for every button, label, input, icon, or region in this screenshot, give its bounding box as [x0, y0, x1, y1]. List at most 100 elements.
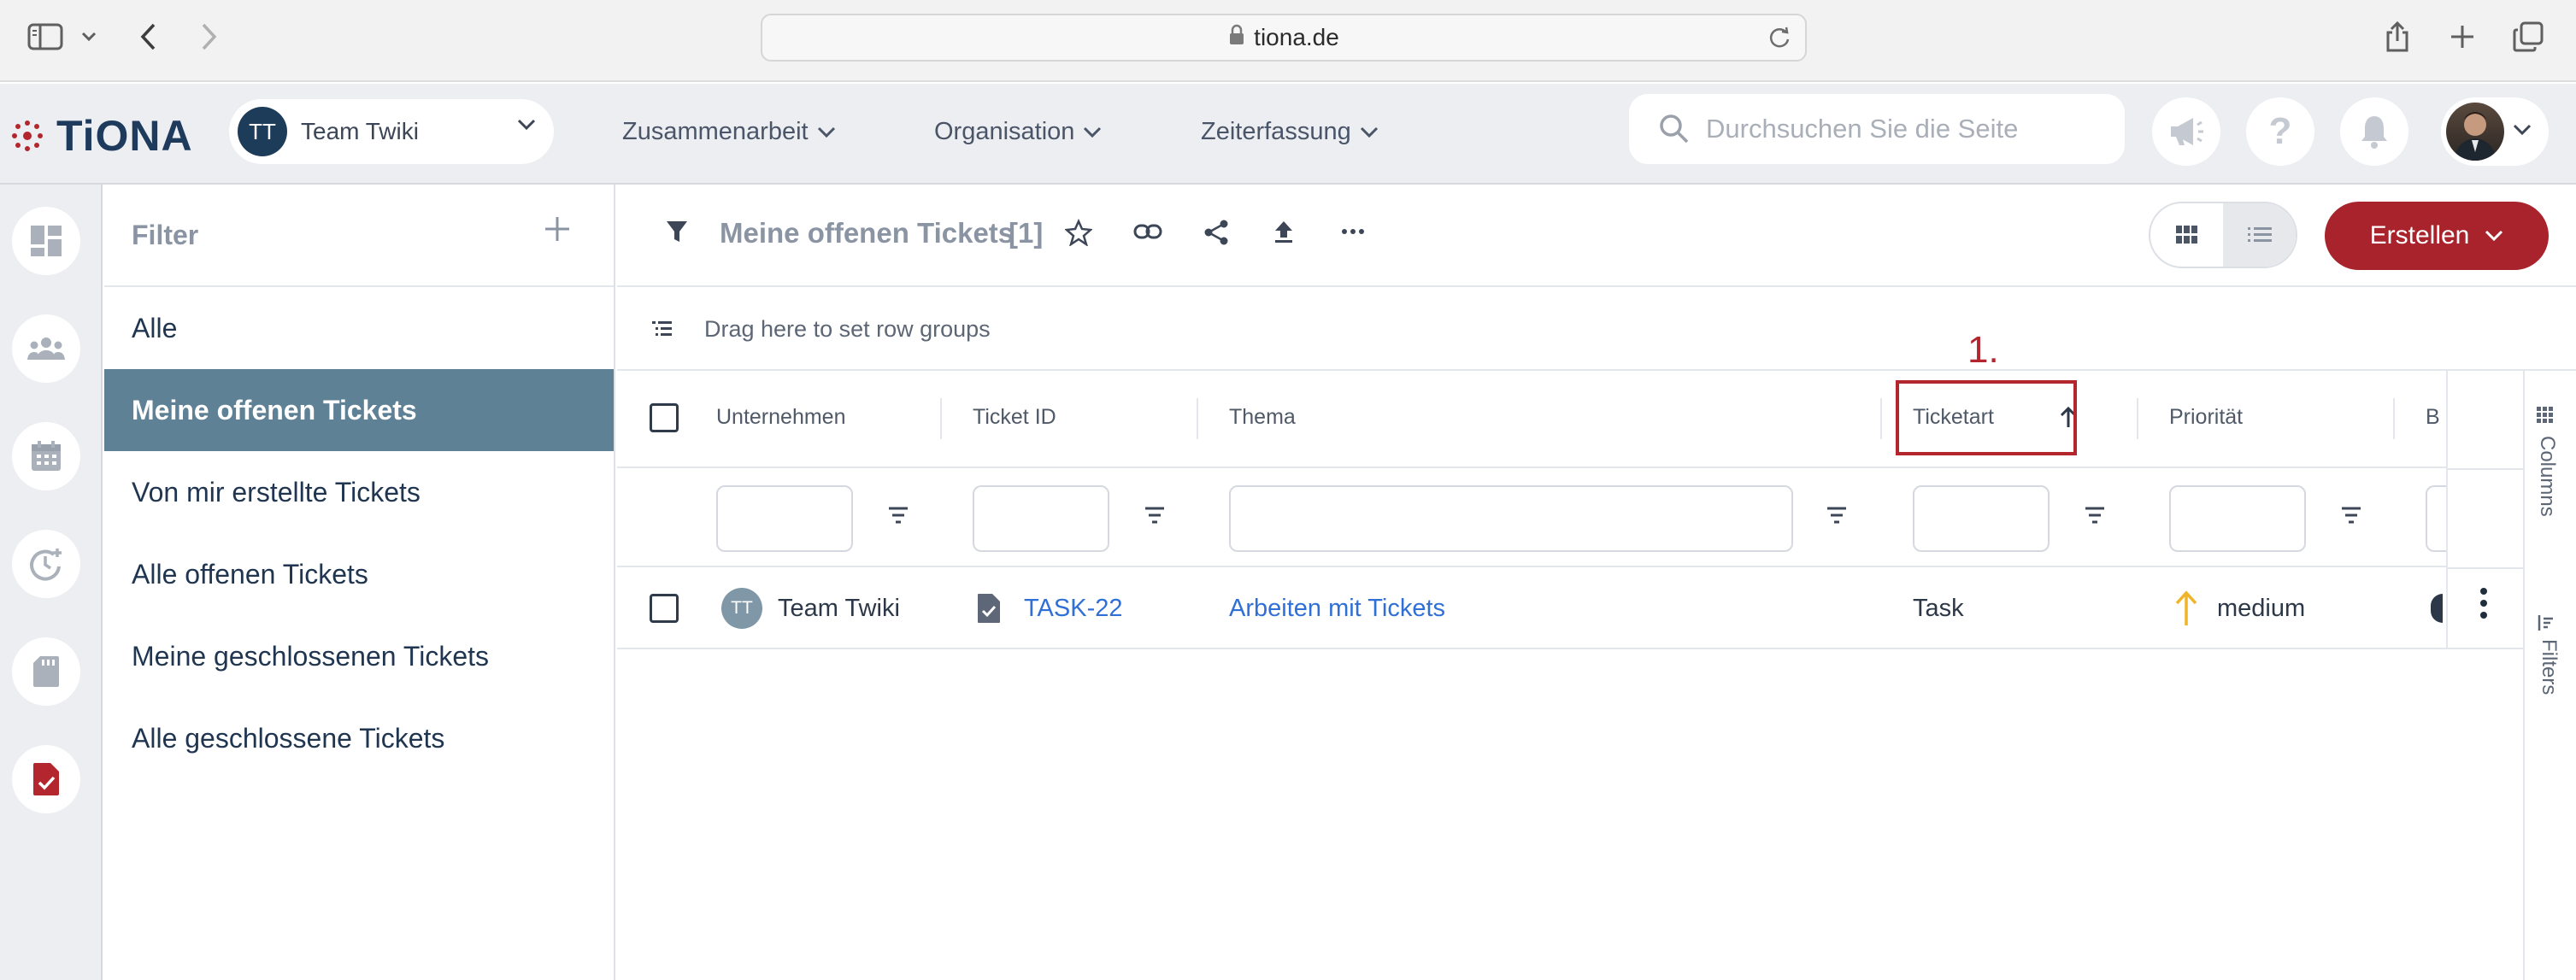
- new-tab-icon[interactable]: [2448, 15, 2477, 58]
- rail-tickets[interactable]: [12, 745, 80, 813]
- filter-lines-icon[interactable]: [2084, 506, 2106, 529]
- search-input[interactable]: [1706, 114, 2099, 144]
- create-button[interactable]: Erstellen: [2325, 202, 2549, 270]
- cell-thema: Arbeiten mit Tickets: [1229, 567, 1445, 649]
- notifications-button[interactable]: [2340, 97, 2408, 166]
- filters-label: Filters: [2538, 639, 2561, 695]
- columns-panel-tab[interactable]: Columns: [2535, 405, 2559, 517]
- filters-panel-tab[interactable]: Filters: [2537, 613, 2561, 695]
- filter-lines-icon: [2538, 615, 2553, 631]
- task-document-icon: [976, 592, 1002, 625]
- filter-input-prioritaet[interactable]: [2169, 485, 2306, 552]
- nav-zeiterfassung[interactable]: Zeiterfassung: [1201, 118, 1379, 146]
- search-icon: [1660, 114, 1689, 144]
- more-options-icon[interactable]: [1340, 219, 1366, 249]
- annotation-step-label: 1.: [1967, 329, 1999, 371]
- ticket-id-link[interactable]: TASK-22: [1024, 595, 1123, 623]
- rail-people[interactable]: [12, 314, 80, 383]
- people-icon: [27, 337, 65, 360]
- help-button[interactable]: ?: [2246, 97, 2314, 166]
- reload-icon[interactable]: [1767, 26, 1791, 56]
- filter-input-unternehmen[interactable]: [716, 485, 853, 552]
- priority-arrow-up-icon: [2174, 590, 2198, 627]
- nav-label: Zusammenarbeit: [622, 118, 809, 145]
- nav-zusammenarbeit[interactable]: Zusammenarbeit: [622, 118, 836, 146]
- cell-unternehmen: TT Team Twiki: [721, 567, 900, 649]
- export-upload-icon[interactable]: [1272, 219, 1296, 249]
- filter-lines-icon[interactable]: [2340, 506, 2362, 529]
- filter-item-meine-geschlossenen-tickets[interactable]: Meine geschlossenen Tickets: [104, 615, 614, 697]
- share-icon[interactable]: [1203, 219, 1229, 250]
- filter-lines-icon[interactable]: [1144, 506, 1166, 529]
- select-all-checkbox[interactable]: [650, 403, 679, 432]
- cell-ticket-id: TASK-22: [976, 567, 1123, 649]
- filter-item-von-mir-erstellte-tickets[interactable]: Von mir erstellte Tickets: [104, 451, 614, 533]
- filter-input-ticket-id[interactable]: [973, 485, 1109, 552]
- copy-link-icon[interactable]: [1133, 219, 1162, 249]
- lock-icon: [1228, 24, 1245, 52]
- column-header-thema[interactable]: Thema: [1229, 405, 1296, 430]
- chevron-down-icon: [516, 118, 537, 136]
- column-header-prioritaet[interactable]: Priorität: [2169, 405, 2243, 430]
- announcements-button[interactable]: [2152, 97, 2220, 166]
- filter-item-alle[interactable]: Alle: [104, 287, 614, 369]
- row-checkbox[interactable]: [650, 567, 679, 649]
- filter-funnel-icon[interactable]: [665, 219, 689, 249]
- column-resize-handle[interactable]: [1197, 398, 1198, 439]
- tiona-logo[interactable]: TiONA: [10, 111, 193, 161]
- row-group-dropzone[interactable]: Drag here to set row groups: [617, 289, 2576, 371]
- column-header-b[interactable]: B: [2426, 405, 2440, 430]
- create-label: Erstellen: [2369, 221, 2470, 249]
- view-title: Meine offenen Tickets: [720, 217, 1015, 249]
- user-menu[interactable]: [2441, 97, 2549, 166]
- team-name: Team Twiki: [301, 118, 419, 144]
- row-actions-kebab-icon[interactable]: [2479, 586, 2489, 625]
- grid-filter-row: [617, 468, 2523, 567]
- filter-input-ticketart[interactable]: [1913, 485, 2050, 552]
- browser-chrome: tiona.de: [0, 0, 2576, 82]
- table-row[interactable]: TT Team Twiki TASK-22 Arbeiten mit Ticke…: [617, 567, 2523, 649]
- filter-lines-icon[interactable]: [887, 506, 909, 529]
- filter-lines-icon[interactable]: [1826, 506, 1848, 529]
- cell-ticketart: Task: [1913, 567, 1964, 649]
- share-icon[interactable]: [2383, 15, 2412, 58]
- filter-item-alle-geschlossene-tickets[interactable]: Alle geschlossene Tickets: [104, 697, 614, 779]
- view-toggle: [2149, 202, 2297, 268]
- filter-title: Filter: [132, 219, 199, 250]
- logo-text: TiONA: [56, 112, 193, 160]
- filter-input-thema[interactable]: [1229, 485, 1793, 552]
- column-resize-handle[interactable]: [1880, 398, 1882, 439]
- list-view-button[interactable]: [2223, 203, 2296, 267]
- column-resize-handle[interactable]: [940, 398, 942, 439]
- search-box[interactable]: [1629, 94, 2125, 164]
- back-icon[interactable]: [133, 15, 162, 58]
- plus-icon: [545, 217, 569, 241]
- grid-view-button[interactable]: [2150, 203, 2223, 267]
- nav-organisation[interactable]: Organisation: [934, 118, 1102, 146]
- forward-icon[interactable]: [195, 15, 224, 58]
- columns-label: Columns: [2536, 436, 2559, 517]
- assignee-avatar: [2431, 594, 2443, 623]
- column-resize-handle[interactable]: [2393, 398, 2395, 439]
- rail-calendar[interactable]: [12, 422, 80, 490]
- sidebar-toggle-icon[interactable]: [24, 15, 67, 58]
- row-group-icon: [652, 321, 672, 336]
- column-resize-handle[interactable]: [2137, 398, 2138, 439]
- chevron-down-icon: [817, 126, 835, 138]
- filter-item-alle-offenen-tickets[interactable]: Alle offenen Tickets: [104, 533, 614, 615]
- chevron-down-icon: [2513, 124, 2532, 140]
- logo-mark-icon: [12, 120, 43, 151]
- column-header-unternehmen[interactable]: Unternehmen: [716, 405, 845, 430]
- team-selector[interactable]: TT Team Twiki: [229, 99, 554, 164]
- rail-dashboard[interactable]: [12, 207, 80, 275]
- rail-documents[interactable]: [12, 637, 80, 706]
- address-bar[interactable]: tiona.de: [761, 14, 1807, 62]
- rail-time-tracking[interactable]: [12, 530, 80, 598]
- favorite-star-icon[interactable]: [1064, 218, 1093, 250]
- tabs-overview-icon[interactable]: [2511, 15, 2545, 58]
- chevron-down-icon[interactable]: [79, 15, 99, 58]
- filter-item-meine-offenen-tickets[interactable]: Meine offenen Tickets: [104, 369, 614, 451]
- add-filter-button[interactable]: [544, 215, 571, 249]
- ticket-topic-link[interactable]: Arbeiten mit Tickets: [1229, 595, 1445, 623]
- column-header-ticket-id[interactable]: Ticket ID: [973, 405, 1056, 430]
